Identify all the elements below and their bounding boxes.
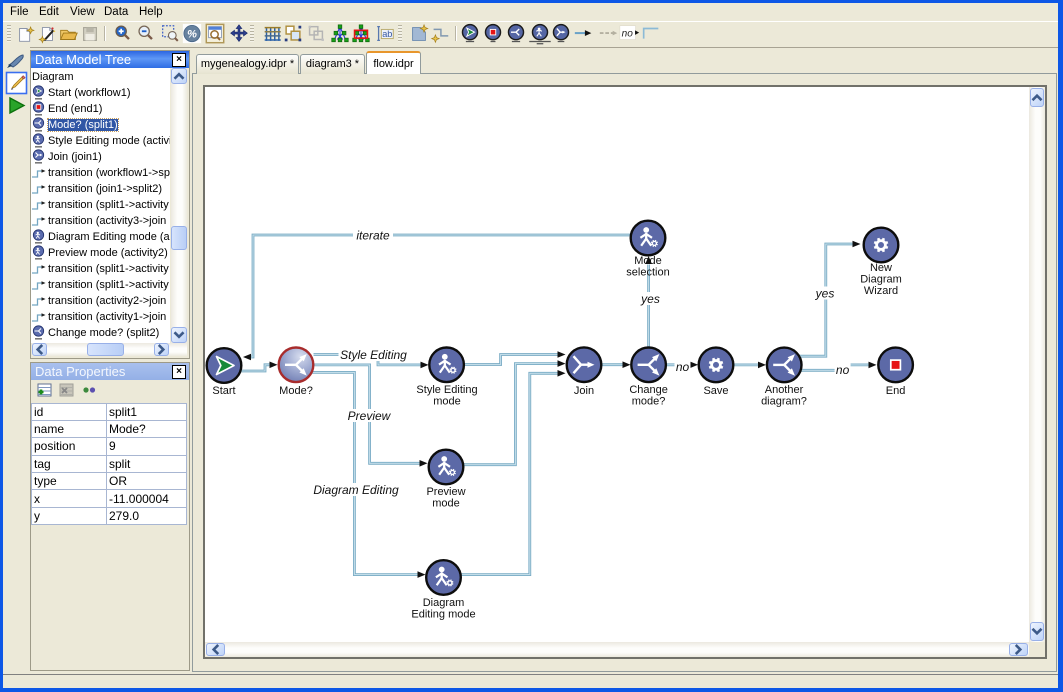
svg-text:Another: Another — [765, 384, 804, 396]
svg-text:Wizard: Wizard — [864, 285, 898, 297]
svg-text:no: no — [676, 360, 690, 374]
svg-text:Editing mode: Editing mode — [411, 609, 475, 621]
svg-text:New: New — [870, 262, 892, 274]
svg-text:Mode?: Mode? — [279, 385, 313, 397]
svg-text:Join: Join — [574, 385, 594, 397]
svg-text:yes: yes — [640, 292, 660, 306]
svg-text:Change: Change — [629, 384, 668, 396]
svg-text:mode: mode — [433, 396, 461, 408]
svg-text:diagram?: diagram? — [761, 396, 807, 408]
svg-text:Diagram: Diagram — [423, 597, 465, 609]
svg-text:mode: mode — [432, 498, 460, 510]
svg-text:no: no — [836, 363, 850, 377]
svg-text:Start: Start — [212, 385, 235, 397]
svg-text:no: no — [622, 28, 634, 39]
svg-text:End: End — [886, 385, 906, 397]
svg-text:yes: yes — [815, 287, 835, 301]
svg-text:Save: Save — [703, 385, 728, 397]
svg-text:iterate: iterate — [356, 229, 390, 243]
svg-text:ab: ab — [382, 29, 392, 39]
svg-text:Style Editing: Style Editing — [416, 384, 477, 396]
svg-text:Style Editing: Style Editing — [340, 348, 407, 362]
svg-text:Diagram Editing: Diagram Editing — [313, 483, 399, 497]
svg-text:Diagram: Diagram — [860, 274, 902, 286]
svg-text:mode?: mode? — [632, 396, 666, 408]
svg-text:Preview: Preview — [348, 409, 392, 423]
svg-text:selection: selection — [626, 267, 669, 279]
svg-text:Mode: Mode — [634, 255, 662, 267]
svg-text:%: % — [187, 29, 197, 41]
svg-text:Preview: Preview — [426, 486, 465, 498]
